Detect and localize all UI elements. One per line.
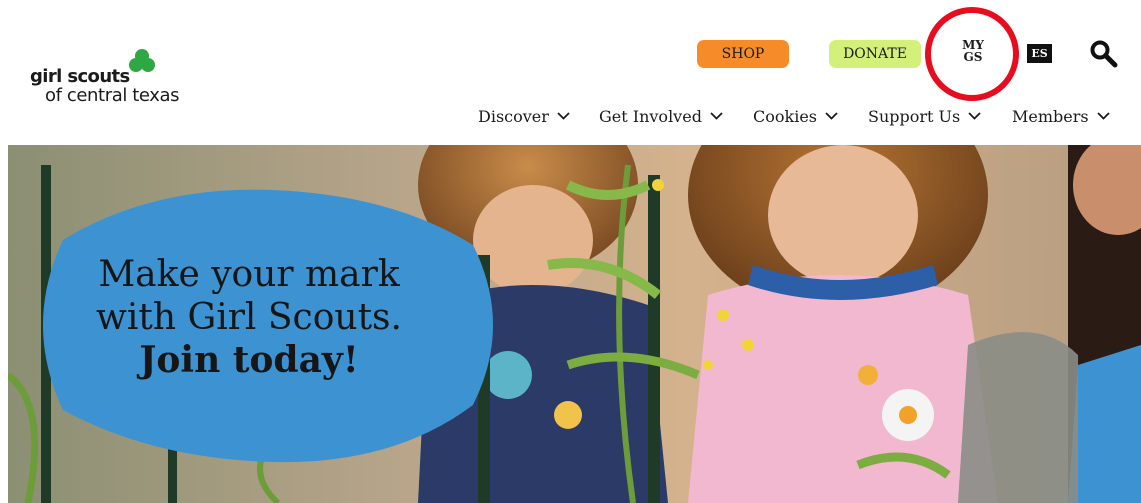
nav-item-get-involved[interactable]: Get Involved — [599, 103, 723, 129]
nav-item-members[interactable]: Members — [1012, 103, 1110, 129]
trefoil-logo-icon — [129, 49, 155, 72]
nav-item-label: Support Us — [868, 106, 961, 126]
nav-item-label: Get Involved — [599, 106, 702, 126]
nav-item-label: Cookies — [753, 106, 817, 126]
chevron-down-icon — [1096, 112, 1110, 120]
nav-item-cookies[interactable]: Cookies — [753, 103, 838, 129]
chevron-down-icon — [968, 112, 981, 120]
hero-headline: Make your mark with Girl Scouts. Join to… — [65, 253, 433, 382]
chevron-down-icon — [557, 112, 570, 120]
logo-text-line2: of central texas — [45, 85, 180, 106]
nav-item-label: Discover — [478, 106, 549, 126]
chevron-down-icon — [710, 112, 723, 120]
shop-button[interactable]: SHOP — [697, 40, 789, 68]
search-icon[interactable] — [1088, 38, 1120, 70]
hero-headline-line2: with Girl Scouts. — [96, 297, 402, 338]
hero-banner: Make your mark with Girl Scouts. Join to… — [8, 145, 1141, 503]
hero-headline-cta[interactable]: Join today! — [65, 339, 433, 382]
nav-item-label: Members — [1012, 106, 1089, 126]
donate-button[interactable]: DONATE — [829, 40, 921, 68]
language-toggle-button[interactable]: ES — [1027, 44, 1052, 63]
site-logo[interactable]: girl scouts of central texas — [30, 48, 230, 110]
highlight-circle — [925, 7, 1019, 101]
nav-item-support-us[interactable]: Support Us — [868, 103, 981, 129]
hero-headline-line1: Make your mark — [98, 254, 400, 295]
chevron-down-icon — [825, 112, 838, 120]
site-header: girl scouts of central texas SHOP DONATE… — [0, 0, 1141, 145]
nav-item-discover[interactable]: Discover — [478, 103, 570, 129]
logo-text-line1: girl scouts — [30, 66, 130, 87]
